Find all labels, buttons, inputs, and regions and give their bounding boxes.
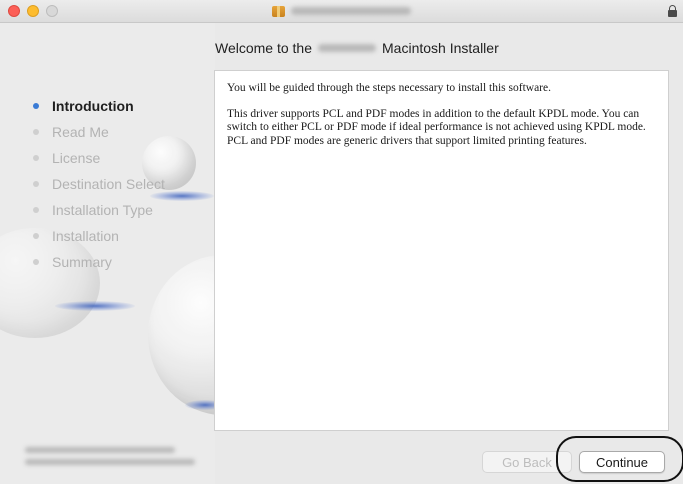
package-icon xyxy=(272,5,285,17)
step-destination-select: Destination Select xyxy=(0,171,165,197)
page-title-suffix: Macintosh Installer xyxy=(382,40,499,56)
sidebar: Introduction Read Me License Destination… xyxy=(0,23,215,484)
content-paragraph: This driver supports PCL and PDF modes i… xyxy=(227,107,646,147)
step-bullet-icon xyxy=(33,207,39,213)
decorative-sphere xyxy=(148,255,215,415)
step-bullet-icon xyxy=(33,129,39,135)
step-summary: Summary xyxy=(0,249,165,275)
step-label: Summary xyxy=(52,254,112,270)
step-bullet-icon xyxy=(33,103,39,109)
step-installation: Installation xyxy=(0,223,165,249)
content-paragraph: You will be guided through the steps nec… xyxy=(227,82,551,94)
page-title: Welcome to the Macintosh Installer xyxy=(215,40,499,56)
step-label: Read Me xyxy=(52,124,109,140)
lock-icon xyxy=(668,5,677,17)
step-bullet-icon xyxy=(33,181,39,187)
title-bar xyxy=(0,0,683,23)
step-label: License xyxy=(52,150,101,166)
step-label: Installation Type xyxy=(52,202,153,218)
step-bullet-icon xyxy=(33,259,39,265)
highlight-circle xyxy=(556,436,683,482)
step-introduction: Introduction xyxy=(0,93,165,119)
window-title-redacted xyxy=(291,7,411,15)
installer-window: Introduction Read Me License Destination… xyxy=(0,0,683,484)
step-bullet-icon xyxy=(33,233,39,239)
installer-steps-list: Introduction Read Me License Destination… xyxy=(0,93,165,275)
step-label: Installation xyxy=(52,228,119,244)
step-read-me: Read Me xyxy=(0,119,165,145)
decorative-shadow xyxy=(185,400,215,410)
step-label: Destination Select xyxy=(52,176,165,192)
step-bullet-icon xyxy=(33,155,39,161)
copyright-notice-redacted xyxy=(25,447,195,465)
decorative-shadow xyxy=(55,301,135,311)
step-installation-type: Installation Type xyxy=(0,197,165,223)
step-label: Introduction xyxy=(52,98,134,114)
step-license: License xyxy=(0,145,165,171)
page-title-redacted xyxy=(318,44,377,52)
window-title xyxy=(0,0,683,22)
content-panel: You will be guided through the steps nec… xyxy=(214,70,669,431)
page-title-prefix: Welcome to the xyxy=(215,40,313,56)
